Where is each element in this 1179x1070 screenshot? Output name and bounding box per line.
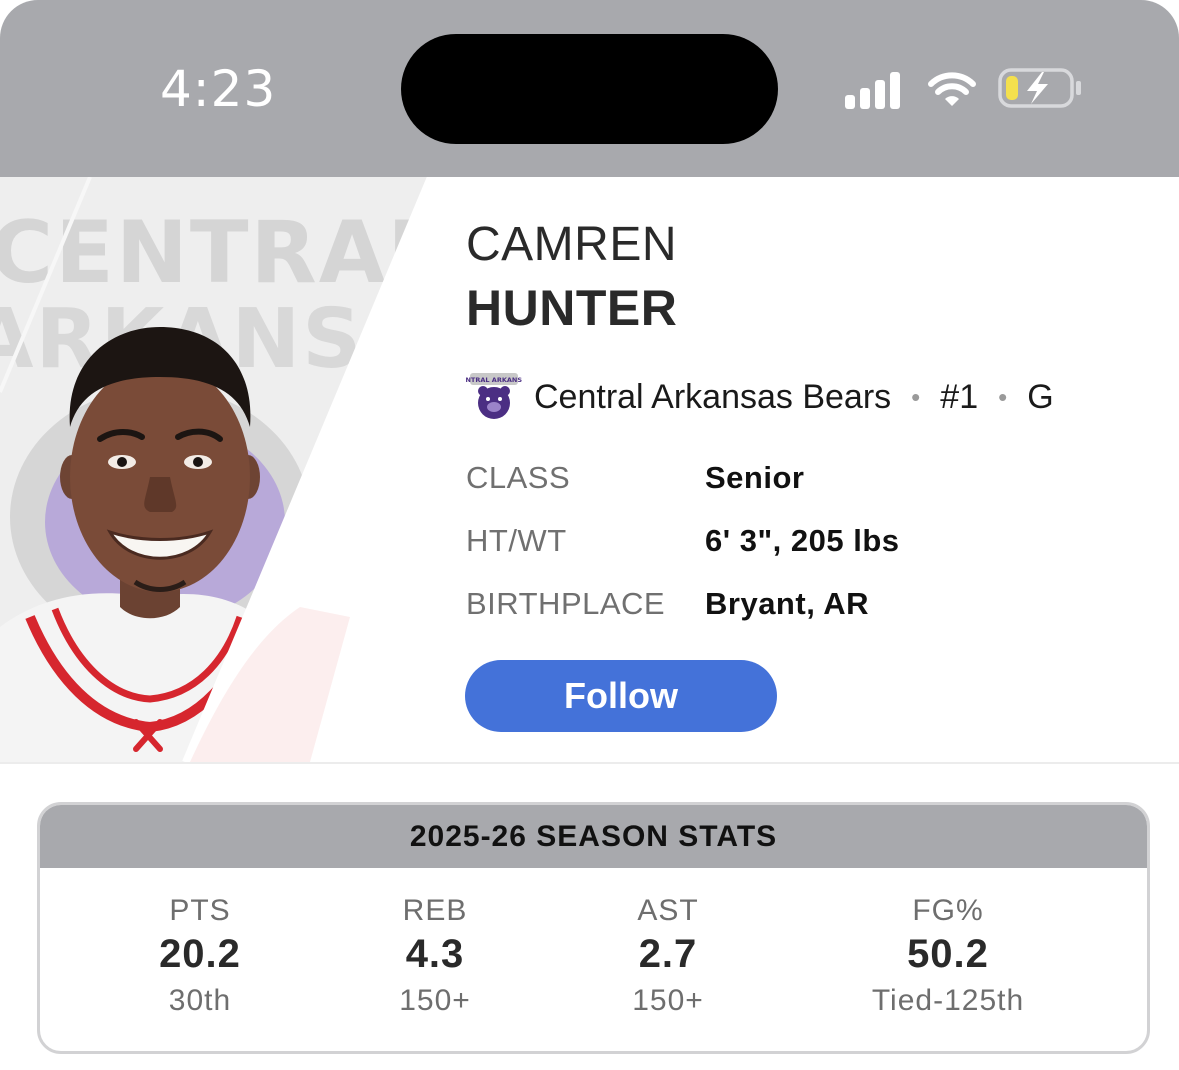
stat-label: AST [637, 894, 699, 927]
battery-charging-icon [998, 68, 1081, 108]
wifi-icon [928, 72, 976, 106]
team-logo-text: CENTRAL ARKANSAS [466, 376, 522, 384]
svg-text:CENTRAL: CENTRAL [0, 203, 444, 303]
stat-column-ast: AST 2.7 150+ [538, 893, 798, 1023]
info-value: Senior [705, 460, 805, 495]
player-profile-header: CENTRAL ARKANSAS [0, 177, 1179, 764]
signal-icon [845, 72, 900, 109]
stat-column-reb: REB 4.3 150+ [305, 893, 565, 1023]
info-label: BIRTHPLACE [466, 586, 666, 621]
stat-rank: 150+ [399, 984, 471, 1017]
stat-label: FG% [912, 894, 984, 927]
status-time: 4:23 [160, 60, 277, 118]
status-bar: 4:23 [0, 0, 1179, 177]
jersey-number: #1 [940, 377, 979, 416]
team-row: CENTRAL ARKANSAS Central Arkansas Bears … [466, 369, 1054, 425]
team-name-link[interactable]: Central Arkansas Bears [534, 378, 891, 417]
stat-rank: Tied-125th [871, 984, 1025, 1017]
separator-dot: • [911, 381, 921, 412]
player-photo: CENTRAL ARKANSAS [0, 177, 460, 762]
stat-rank: 30th [168, 984, 232, 1017]
stat-value: 4.3 [405, 932, 465, 976]
follow-button[interactable]: Follow [465, 660, 777, 732]
player-first-name: CAMREN [466, 218, 678, 271]
stat-value: 2.7 [638, 932, 698, 976]
stat-column-pts: PTS 20.2 30th [70, 893, 330, 1023]
season-stats-title: 2025-26 SEASON STATS [40, 805, 1147, 868]
info-value: 6' 3", 205 lbs [705, 523, 900, 558]
info-value: Bryant, AR [705, 586, 870, 621]
stat-label: REB [402, 894, 468, 927]
player-last-name: HUNTER [466, 280, 678, 336]
info-label: HT/WT [466, 523, 567, 558]
separator-dot: • [998, 381, 1008, 412]
stat-column-fg-pct: FG% 50.2 Tied-125th [818, 893, 1078, 1023]
season-stats-card[interactable]: 2025-26 SEASON STATS PTS 20.2 30th REB 4… [37, 802, 1150, 1054]
stat-label: PTS [169, 894, 231, 927]
stat-rank: 150+ [632, 984, 704, 1017]
stat-value: 50.2 [907, 932, 989, 976]
dynamic-island [401, 34, 778, 144]
info-label: CLASS [466, 460, 571, 495]
player-position: G [1027, 377, 1054, 416]
team-logo-icon[interactable]: CENTRAL ARKANSAS [466, 369, 522, 425]
stat-value: 20.2 [159, 932, 241, 976]
